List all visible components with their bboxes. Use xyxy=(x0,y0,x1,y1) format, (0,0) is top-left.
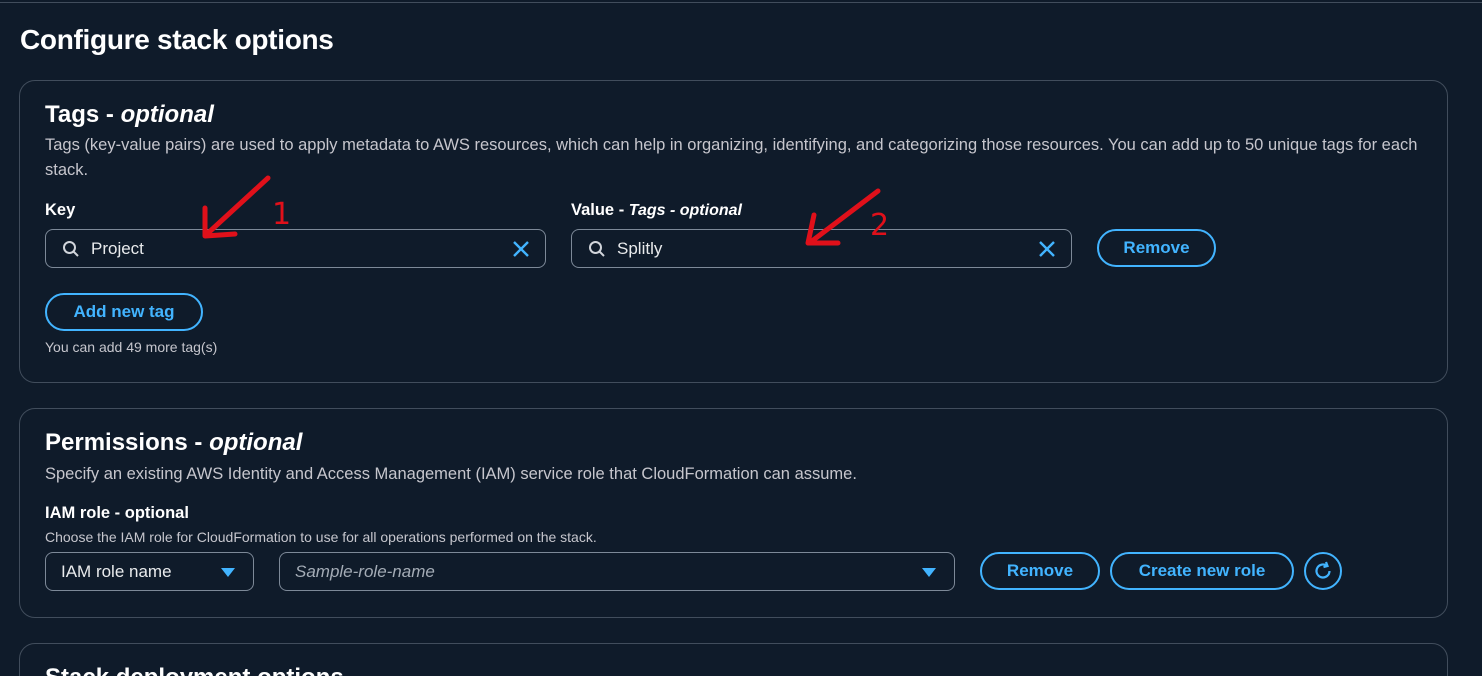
stack-deployment-heading: Stack deployment options xyxy=(45,664,344,676)
refresh-button[interactable] xyxy=(1304,552,1342,590)
remove-tag-button[interactable]: Remove xyxy=(1097,229,1216,267)
caret-down-icon xyxy=(922,568,936,577)
search-icon xyxy=(63,241,79,257)
iam-role-type-value: IAM role name xyxy=(61,562,172,581)
iam-role-name-placeholder: Sample-role-name xyxy=(295,562,435,581)
permissions-heading: Permissions - optional xyxy=(45,429,303,456)
iam-role-name-select[interactable]: Sample-role-name xyxy=(279,552,955,591)
tags-heading: Tags - optional xyxy=(45,101,214,128)
create-new-role-button[interactable]: Create new role xyxy=(1110,552,1294,590)
page-title: Configure stack options xyxy=(20,24,334,55)
key-label: Key xyxy=(45,201,76,219)
caret-down-icon xyxy=(221,568,235,577)
iam-role-label: IAM role - optional xyxy=(45,504,189,522)
clear-icon[interactable] xyxy=(511,239,531,259)
add-new-tag-button[interactable]: Add new tag xyxy=(45,293,203,331)
clear-icon[interactable] xyxy=(1037,239,1057,259)
permissions-panel: Permissions - optional Specify an existi… xyxy=(19,408,1448,618)
iam-role-type-select[interactable]: IAM role name xyxy=(45,552,254,591)
search-icon xyxy=(589,241,605,257)
iam-role-hint: Choose the IAM role for CloudFormation t… xyxy=(45,529,597,545)
remove-role-button[interactable]: Remove xyxy=(980,552,1100,590)
annotation-label-2: 2 xyxy=(870,208,890,243)
refresh-icon xyxy=(1315,561,1331,579)
annotation-arrow-1 xyxy=(202,175,271,239)
tag-value-value: Splitly xyxy=(617,239,663,258)
permissions-description: Specify an existing AWS Identity and Acc… xyxy=(45,465,857,483)
top-divider xyxy=(0,0,1482,3)
tag-key-value: Project xyxy=(91,239,144,258)
annotation-label-1: 1 xyxy=(272,197,292,232)
tag-key-input[interactable]: Project xyxy=(45,229,546,268)
stack-deployment-panel: Stack deployment options xyxy=(19,643,1448,676)
tag-limit-hint: You can add 49 more tag(s) xyxy=(45,339,218,355)
value-label: Value - Tags - optional xyxy=(571,201,742,219)
